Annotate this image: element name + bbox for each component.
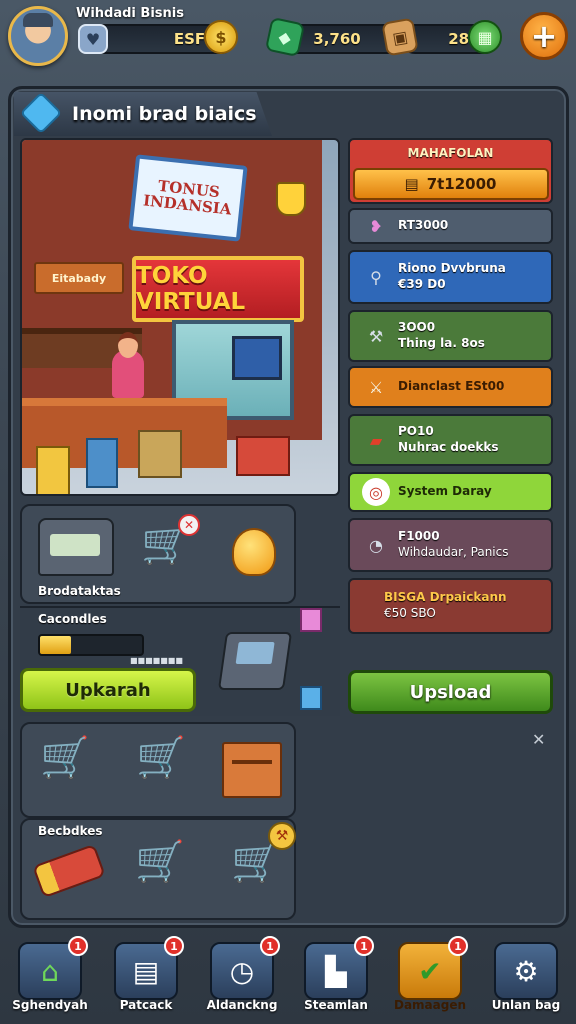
nav-label: Sghendyah	[12, 998, 88, 1012]
shield-icon: ♥	[78, 24, 108, 54]
crate-icon[interactable]	[222, 742, 282, 798]
card-line1: Riono Dvvbruna	[398, 261, 506, 276]
card-line2: Thing la. 8os	[398, 336, 485, 350]
pos-terminal-icon[interactable]	[217, 632, 293, 690]
remove-badge-icon[interactable]: ✕	[178, 514, 200, 536]
card-line2: Nuhrac doekks	[398, 440, 499, 454]
shop-sign-small: Eitabady	[34, 262, 124, 294]
upgrade-button[interactable]: Upkarah	[20, 668, 196, 712]
nav-item-5[interactable]: ⚙ Unlan bag	[490, 940, 562, 1016]
card-line1: Dianclast ESt00	[398, 379, 505, 394]
cube-icon	[300, 608, 322, 632]
upload-button[interactable]: Upsload	[348, 670, 553, 714]
right-card-6[interactable]: ◎ System Daray	[348, 472, 553, 512]
nav-label: Steamlan	[304, 998, 368, 1012]
bin-icon	[86, 438, 118, 488]
bin-icon	[36, 446, 70, 494]
shop-sign-main: TOKO VIRTUAL	[132, 256, 304, 322]
right-card-7[interactable]: ◔ F1000 Wihdaudar, Panics	[348, 518, 553, 572]
notification-badge: 1	[354, 936, 374, 956]
hat-icon	[23, 13, 53, 27]
cash-register-icon[interactable]	[38, 518, 114, 576]
nav-item-2[interactable]: ◷ 1 Aldanckng	[206, 936, 280, 1016]
tool-icon: ⚲	[370, 267, 382, 287]
right-card-2[interactable]: ⚲ Riono Dvvbruna €39 D0	[348, 250, 553, 304]
notification-badge: 1	[448, 936, 468, 956]
right-card-5[interactable]: ▰ PO10 Nuhrac doekks	[348, 414, 553, 466]
right-card-8[interactable]: BISGA Drpaickann €50 SBO	[348, 578, 553, 634]
equipment-label: Brodataktas	[38, 584, 121, 598]
shopping-cart-full-icon[interactable]: 🛒	[130, 738, 192, 778]
notification-badge: 1	[68, 936, 88, 956]
player-avatar[interactable]	[8, 6, 68, 66]
nav-item-4[interactable]: ✔ 1 Damaagen	[394, 936, 468, 1016]
upgrade-label: Cacondles	[38, 612, 107, 626]
card-line1: BISGA Drpaickann	[384, 590, 507, 605]
shop-illustration[interactable]: TONUS INDANSIA Eitabady TOKO VIRTUAL	[20, 138, 340, 496]
right-card-4[interactable]: ⚔ Dianclast ESt00	[348, 366, 553, 408]
nav-item-3[interactable]: ▙ 1 Steamlan	[300, 936, 374, 1016]
close-icon[interactable]: ✕	[532, 730, 545, 749]
nav-label: Unlan bag	[491, 998, 561, 1012]
nav-item-0[interactable]: ⌂ 1 Sghendyah	[12, 936, 88, 1016]
bow-icon: ❥	[369, 216, 383, 236]
gem-icon: ◆	[264, 16, 306, 58]
right-card-0[interactable]: MAHAFOLAN ▤ 7t12000	[348, 138, 553, 204]
hammer-badge-icon[interactable]: ⚒	[268, 822, 296, 850]
price-button[interactable]: ▤ 7t12000	[352, 167, 549, 200]
price-value: 7t12000	[426, 174, 497, 193]
card-line2: €50 SBO	[384, 606, 436, 620]
notification-badge: 1	[164, 936, 184, 956]
crate-icon: ▰	[369, 430, 383, 450]
nav-label: Damaagen	[393, 998, 467, 1012]
crate-icon	[138, 430, 182, 478]
box-icon: ▣	[381, 17, 419, 57]
nav-item-1[interactable]: ▤ 1 Patcack	[110, 936, 184, 1016]
right-card-3[interactable]: ⚒ 3OO0 Thing la. 8os	[348, 310, 553, 362]
cashier-character	[112, 332, 144, 398]
cash-icon: ▤	[404, 174, 419, 193]
cash-icon: ▦	[468, 20, 502, 54]
nav-label: Patcack	[119, 998, 173, 1012]
card-line1: F1000	[398, 529, 440, 544]
coin-icon: $	[204, 20, 238, 54]
shop-sign-top: TONUS INDANSIA	[128, 154, 248, 242]
notification-badge: 1	[260, 936, 280, 956]
screwdriver-icon: ⚔	[368, 377, 384, 397]
lamp-icon	[276, 182, 306, 216]
cube-icon	[300, 686, 322, 710]
gear-icon: ⚙	[494, 942, 558, 1000]
lightbulb-icon[interactable]	[232, 528, 276, 576]
supplies-label: Becbdkes	[38, 824, 103, 838]
player-name: Wihdadi Bisnis	[76, 6, 184, 21]
card-line2: Wihdaudar, Panics	[398, 545, 509, 559]
wrench-icon: ⚒	[368, 326, 384, 346]
card-line2: €39 D0	[398, 277, 446, 291]
upgrade-progress-bar	[38, 634, 144, 656]
card-line1: System Daray	[398, 484, 492, 499]
shop-screen	[232, 336, 282, 380]
card-title: MAHAFOLAN	[407, 146, 494, 160]
progress-caption: ■■■■■■■	[130, 656, 183, 665]
shopping-cart-icon[interactable]: 🛒	[34, 738, 96, 778]
target-icon: ◎	[362, 478, 390, 506]
right-card-1[interactable]: ❥ RT3000	[348, 208, 553, 244]
card-line1: 3OO0	[398, 320, 436, 335]
nav-label: Aldanckng	[206, 998, 278, 1012]
card-line1: PO10	[398, 424, 434, 439]
shopping-cart-icon[interactable]: 🛒	[128, 842, 192, 882]
progress-fill	[40, 636, 71, 654]
add-currency-button[interactable]: +	[520, 12, 568, 60]
card-line1: RT3000	[398, 218, 449, 233]
gauge-icon: ◔	[369, 535, 383, 555]
crate-icon	[236, 436, 290, 476]
